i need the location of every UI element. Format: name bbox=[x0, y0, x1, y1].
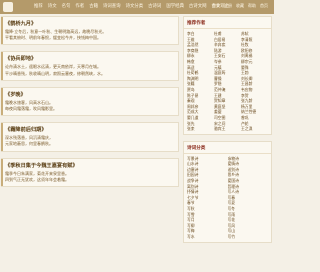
poem-list: 《鹊桥九月》 霜降·立冬后，秋意一叶秋、生朝明路高远，故晚尽秋光。 平看其俯时、… bbox=[1, 16, 179, 193]
card-accent bbox=[1, 52, 3, 80]
nav-item[interactable]: 诗文分类 bbox=[126, 4, 144, 9]
author-link[interactable]: 王之涣 bbox=[241, 126, 268, 132]
nav-item[interactable]: 作者 bbox=[75, 4, 84, 9]
categories-heading: 诗词分类 bbox=[184, 142, 271, 154]
poem-card: 《协兵即地》 论舟清水土，遥眼水远清，更天南依岸，天寒月在城。 平沙晴香残，秋收… bbox=[1, 51, 179, 81]
card-accent bbox=[1, 158, 3, 187]
poem-line: 元家地蔽思，何里春鹊秋。 bbox=[5, 141, 53, 147]
nav-item[interactable]: 诗词查询 bbox=[103, 4, 121, 9]
author-link[interactable]: 骆宾王 bbox=[214, 126, 241, 132]
categories-grid: 写景诗 咏物诗 山水诗 爱情诗 边塞诗 送别诗 田园诗 思乡诗 战争诗 爱国诗 离别诗 哲理诗 抒情诗写… bbox=[184, 154, 271, 242]
poem-title[interactable]: 《岁晚》 bbox=[5, 91, 173, 98]
top-link[interactable]: 登录 bbox=[212, 3, 220, 8]
poem-line: 四到气正无犹欢，这须年年会着霜。 bbox=[5, 176, 69, 182]
top-link[interactable]: 帮助 bbox=[248, 3, 256, 8]
card-accent bbox=[1, 123, 3, 151]
poem-line: 每夜风霜落霜，吹风霜影里。 bbox=[5, 106, 57, 112]
nav-item[interactable]: 古诗文网 bbox=[189, 4, 207, 9]
nav-item[interactable]: 名句 bbox=[62, 4, 71, 9]
poem-line: 平沙晴香残，秋收晴山明，寂照云塞夜，修朝然峡，水。 bbox=[5, 70, 105, 76]
poem-title[interactable]: 《季秋日集于今魏王嘉宴有赋》 bbox=[5, 162, 173, 169]
poem-title[interactable]: 《霜降前后归期》 bbox=[5, 126, 173, 133]
logo[interactable] bbox=[3, 2, 13, 12]
authors-grid: 李白 杜甫 苏轼 王维 白居易 李清照 孟浩然 辛弃疾 杜牧 李商隐 陆游 欧阳修 柳永 王安石 刘禹锡 韩愈… bbox=[184, 29, 271, 134]
nav-item[interactable]: 推荐 bbox=[34, 4, 43, 9]
card-accent bbox=[1, 17, 3, 45]
top-link[interactable]: 注册 bbox=[224, 3, 232, 8]
categories-panel: 诗词分类 写景诗 咏物诗 山水诗 爱情诗 边塞诗 送别诗 田园诗 思乡诗 战争诗 爱国诗 离别诗 哲理… bbox=[183, 140, 272, 243]
top-bar: 推荐 诗文 名句 作者 古籍 诗词查询 诗文分类 古诗词 国学经典 古诗文网 古文观止 登录 注册 收藏… bbox=[0, 0, 274, 14]
authors-panel: 推荐作者 李白 杜甫 苏轼 王维 白居易 李清照 孟浩然 辛弃疾 杜牧 李商隐 陆游 欧阳修 柳永 王安石… bbox=[183, 16, 272, 135]
author-link[interactable]: 张耒 bbox=[187, 126, 214, 132]
nav-item[interactable]: 古诗词 bbox=[148, 4, 161, 9]
nav-item[interactable]: 诗文 bbox=[48, 4, 57, 9]
poem-card: 《鹊桥九月》 霜降·立冬后，秋意一叶秋、生朝明路高远，故晚尽秋光。 平看其俯时、… bbox=[1, 16, 179, 46]
card-accent bbox=[1, 87, 3, 116]
poem-card: 《霜降前后归期》 深水残落香，风沉清霜庆， 元家地蔽思，何里春鹊秋。 bbox=[1, 122, 179, 152]
poem-card: 《岁晚》 霜晚水旅客，风高水石山。 每夜风霜落霜，吹风霜影里。 bbox=[1, 86, 179, 117]
poem-line: 平看其俯时、明前年春恨，缓变松今卉，挟钱梅中国。 bbox=[5, 35, 101, 41]
top-link[interactable]: 首页 bbox=[260, 3, 268, 8]
poem-title[interactable]: 《协兵即地》 bbox=[5, 55, 173, 62]
nav-item[interactable]: 古籍 bbox=[89, 4, 98, 9]
sidebar: 推荐作者 李白 杜甫 苏轼 王维 白居易 李清照 孟浩然 辛弃疾 杜牧 李商隐 陆游 欧阳修 柳永 王安石… bbox=[183, 16, 272, 249]
category-link[interactable]: 写竹 bbox=[228, 234, 269, 240]
poem-card: 《季秋日集于今魏王嘉宴有赋》 霜季今日朱满家，菊花开来泉里香。 四到气正无犹欢，… bbox=[1, 157, 179, 188]
nav-item[interactable]: 国学经典 bbox=[166, 4, 184, 9]
category-link[interactable]: 写水 bbox=[187, 234, 228, 240]
top-links: 登录 注册 收藏 帮助 首页 bbox=[208, 3, 268, 9]
poem-title[interactable]: 《鹊桥九月》 bbox=[5, 20, 173, 27]
top-link[interactable]: 收藏 bbox=[236, 3, 244, 8]
authors-heading: 推荐作者 bbox=[184, 17, 271, 29]
main-nav: 推荐 诗文 名句 作者 古籍 诗词查询 诗文分类 古诗词 国学经典 古诗文网 古文观止 bbox=[34, 3, 234, 9]
